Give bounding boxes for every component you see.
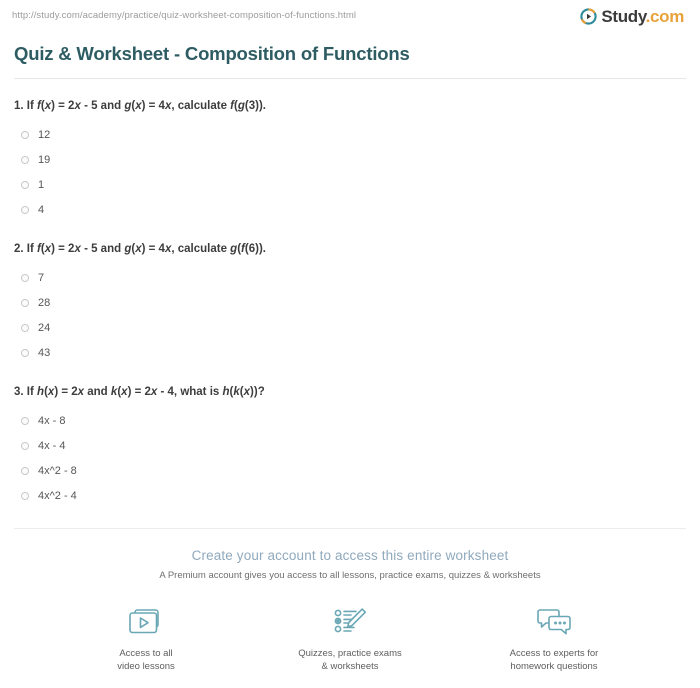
feature-label-line1: Access to all <box>119 648 173 659</box>
option-row[interactable]: 4x - 4 <box>14 433 686 458</box>
cta-title[interactable]: Create your account to access this entir… <box>12 547 688 564</box>
page-url: http://study.com/academy/practice/quiz-w… <box>12 10 357 21</box>
option-row[interactable]: 7 <box>14 265 686 290</box>
page-header-bar: http://study.com/academy/practice/quiz-w… <box>12 0 688 25</box>
radio-button[interactable] <box>21 466 29 475</box>
option-row[interactable]: 12 <box>14 122 686 147</box>
feature-item-quizzes: Quizzes, practice exams & worksheets <box>287 605 413 673</box>
radio-button[interactable] <box>21 491 29 500</box>
chat-bubbles-icon <box>491 605 617 639</box>
cta-subtitle: A Premium account gives you access to al… <box>159 570 541 581</box>
option-row[interactable]: 4x^2 - 4 <box>14 483 686 508</box>
radio-button[interactable] <box>21 205 29 214</box>
option-label: 4x - 8 <box>38 414 66 427</box>
feature-item-video-lessons: Access to all video lessons <box>83 605 209 673</box>
question-prompt: 3. If h(x) = 2x and k(x) = 2x - 4, what … <box>14 386 265 398</box>
radio-button[interactable] <box>21 416 29 425</box>
options-list: 7 28 24 43 <box>14 257 686 365</box>
feature-label-line1: Quizzes, practice exams <box>298 648 402 659</box>
option-label: 4 <box>38 203 45 216</box>
option-label: 43 <box>38 346 51 359</box>
copyright-text: © copyright 2003-2020 Study.com. All oth… <box>12 673 688 688</box>
question-item: 1. If f(x) = 2x - 5 and g(x) = 4x, calcu… <box>14 79 686 222</box>
radio-button[interactable] <box>21 130 29 139</box>
option-label: 4x^2 - 8 <box>38 464 77 477</box>
option-row[interactable]: 19 <box>14 147 686 172</box>
option-row[interactable]: 4x^2 - 8 <box>14 458 686 483</box>
question-prompt: 2. If f(x) = 2x - 5 and g(x) = 4x, calcu… <box>14 243 266 255</box>
play-circle-icon <box>580 8 598 25</box>
option-label: 7 <box>38 271 45 284</box>
feature-label: Access to all video lessons <box>83 639 209 673</box>
option-row[interactable]: 4 <box>14 197 686 222</box>
video-lessons-icon <box>83 605 209 639</box>
cta-section: Create your account to access this entir… <box>12 529 688 583</box>
radio-button[interactable] <box>21 180 29 189</box>
radio-button[interactable] <box>21 155 29 164</box>
option-label: 4x^2 - 4 <box>38 489 77 502</box>
question-prompt: 1. If f(x) = 2x - 5 and g(x) = 4x, calcu… <box>14 100 266 112</box>
option-row[interactable]: 1 <box>14 172 686 197</box>
worksheet-page: http://study.com/academy/practice/quiz-w… <box>0 0 700 688</box>
option-label: 4x - 4 <box>38 439 66 452</box>
logo-text-suffix: .com <box>645 7 685 26</box>
question-item: 3. If h(x) = 2x and k(x) = 2x - 4, what … <box>14 365 686 508</box>
radio-button[interactable] <box>21 348 29 357</box>
study-com-logo[interactable]: Study.com <box>580 8 688 25</box>
logo-text: Study.com <box>601 8 684 25</box>
radio-button[interactable] <box>21 323 29 332</box>
options-list: 12 19 1 4 <box>14 114 686 222</box>
option-label: 12 <box>38 128 51 141</box>
options-list: 4x - 8 4x - 4 4x^2 - 8 4x^2 - 4 <box>14 400 686 508</box>
quiz-pencil-icon <box>287 605 413 639</box>
feature-label-line1: Access to experts for <box>509 648 599 659</box>
option-row[interactable]: 28 <box>14 290 686 315</box>
option-row[interactable]: 24 <box>14 315 686 340</box>
feature-item-experts: Access to experts for homework questions <box>491 605 617 673</box>
question-item: 2. If f(x) = 2x - 5 and g(x) = 4x, calcu… <box>14 222 686 365</box>
logo-text-main: Study <box>601 7 646 26</box>
radio-button[interactable] <box>21 298 29 307</box>
feature-label-line2: & worksheets <box>321 661 379 672</box>
feature-label-line2: video lessons <box>117 661 175 672</box>
option-row[interactable]: 43 <box>14 340 686 365</box>
questions-list: 1. If f(x) = 2x - 5 and g(x) = 4x, calcu… <box>12 79 688 508</box>
option-row[interactable]: 4x - 8 <box>14 408 686 433</box>
features-list: Access to all video lessons Quizzes, pra… <box>12 583 688 673</box>
feature-label-line2: homework questions <box>510 661 598 672</box>
radio-button[interactable] <box>21 441 29 450</box>
page-title: Quiz & Worksheet - Composition of Functi… <box>14 43 410 64</box>
radio-button[interactable] <box>21 273 29 282</box>
option-label: 1 <box>38 178 45 191</box>
option-label: 24 <box>38 321 51 334</box>
feature-label: Access to experts for homework questions <box>491 639 617 673</box>
option-label: 19 <box>38 153 51 166</box>
feature-label: Quizzes, practice exams & worksheets <box>287 639 413 673</box>
option-label: 28 <box>38 296 51 309</box>
